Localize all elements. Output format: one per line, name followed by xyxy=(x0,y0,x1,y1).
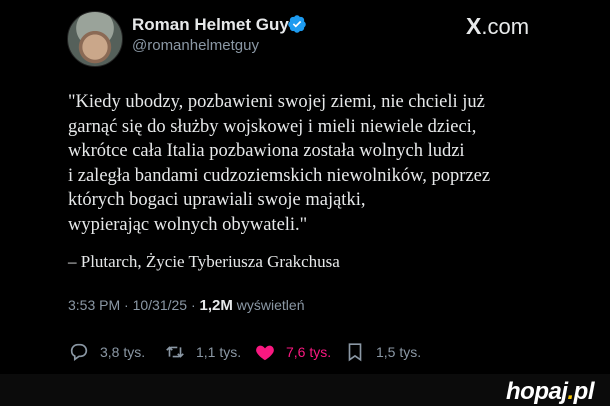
bookmark-button[interactable]: 1,5 tys. xyxy=(344,341,421,363)
post-meta: 3:53 PM · 10/31/25 · 1,2M wyświetleń xyxy=(68,297,305,314)
x-logo-domain: .com xyxy=(481,14,530,39)
avatar[interactable] xyxy=(67,11,123,67)
post-text: "Kiedy ubodzy, pozbawieni swojej ziemi, … xyxy=(68,90,568,237)
action-bar: 3,8 tys. 1,1 tys. 7,6 tys. 1,5 tys. xyxy=(68,341,468,363)
post-text-line: wkrótce cała Italia pozbawiona została w… xyxy=(68,141,465,161)
view-count: 1,2M xyxy=(199,297,233,314)
post-text-line: wypierając wolnych obywateli." xyxy=(68,214,308,235)
reply-icon xyxy=(70,343,88,361)
x-logo: X.com xyxy=(466,13,529,40)
reply-button[interactable]: 3,8 tys. xyxy=(68,341,145,363)
post-text-line: i zaległa bandami cudzoziemskich niewoln… xyxy=(68,165,491,186)
post-time[interactable]: 3:53 PM xyxy=(68,297,120,313)
view-label: wyświetleń xyxy=(232,297,305,313)
reply-count: 3,8 tys. xyxy=(100,344,146,360)
post-date[interactable]: 10/31/25 xyxy=(133,297,188,313)
author-name[interactable]: Roman Helmet Guy xyxy=(132,15,289,35)
post-card: Roman Helmet Guy @romanhelmetguy X.com "… xyxy=(0,0,610,372)
quote-attribution: – Plutarch, Życie Tyberiusza Grakchusa xyxy=(68,252,340,271)
author-handle[interactable]: @romanhelmetguy xyxy=(132,37,259,54)
repost-count: 1,1 tys. xyxy=(196,344,242,360)
like-count: 7,6 tys. xyxy=(286,344,332,360)
heart-icon xyxy=(256,345,274,361)
post-text-line: "Kiedy ubodzy, pozbawieni swojej ziemi, … xyxy=(68,92,485,112)
x-logo-mark: X xyxy=(466,13,482,39)
post-text-line: garnąć się do służby wojskowej i mieli n… xyxy=(68,116,477,137)
repost-button[interactable]: 1,1 tys. xyxy=(164,341,241,363)
post-text-line: których bogaci uprawiali swoje majątki, xyxy=(68,190,366,210)
verified-badge-icon xyxy=(288,15,306,33)
bookmark-count: 1,5 tys. xyxy=(376,344,422,360)
hopaj-watermark: hopaj.pl xyxy=(506,378,595,405)
like-button[interactable]: 7,6 tys. xyxy=(254,341,331,363)
repost-icon xyxy=(166,346,184,358)
bookmark-icon xyxy=(348,343,362,362)
